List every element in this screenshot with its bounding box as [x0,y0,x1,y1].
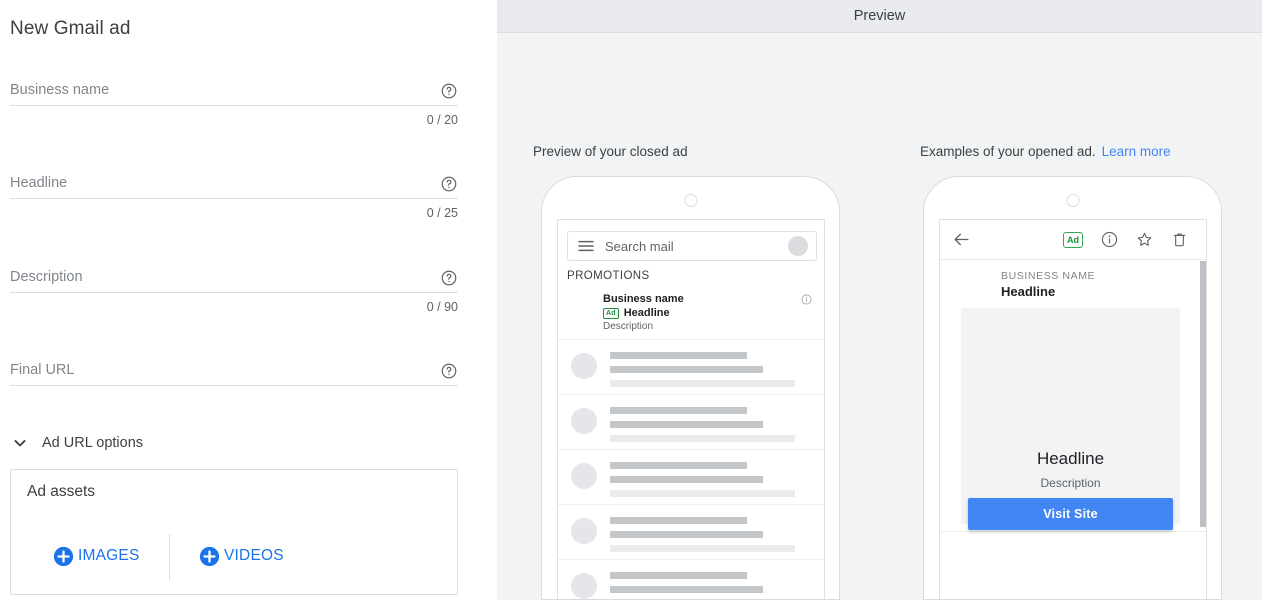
opened-ad-business-name: BUSINESS NAME [1001,270,1096,282]
help-circle-icon[interactable] [440,82,458,100]
ad-assets-buttons: IMAGES VIDEOS [11,528,457,584]
field-business-name-label: Business name [10,82,110,98]
placeholder-line [610,435,795,442]
field-headline-row[interactable]: Headline [10,169,458,199]
add-videos-button[interactable]: VIDEOS [199,546,284,567]
field-description-label: Description [10,269,83,285]
closed-ad-headline: Headline [623,307,670,319]
gmail-search-placeholder: Search mail [605,238,674,254]
avatar [571,408,597,434]
avatar [571,353,597,379]
preview-header-title: Preview [853,8,906,24]
closed-ad-row[interactable]: Business name Ad Headline Description [558,290,824,340]
trash-icon[interactable] [1171,231,1188,248]
field-headline: Headline 0 / 25 [10,169,458,220]
add-videos-label: VIDEOS [224,547,284,564]
opened-ad-phone-mockup: Ad BUSINESS NAME Headline Headline Descr… [923,176,1222,600]
placeholder-line [610,531,763,538]
field-business-name: Business name 0 / 20 [10,76,458,127]
app-root: New Gmail ad Business name 0 / 20 Headli… [0,0,1262,600]
avatar [571,463,597,489]
avatar [571,518,597,544]
closed-ad-phone-screen: Search mail PROMOTIONS Business name Ad … [557,219,825,599]
add-images-label: IMAGES [78,547,140,564]
list-item[interactable] [558,450,824,505]
placeholder-line [610,462,747,469]
preview-panel: Preview Preview of your closed ad Exampl… [497,0,1262,600]
placeholder-line [610,421,763,428]
asset-buttons-divider [169,534,170,580]
phone-camera-icon [1066,194,1079,207]
visit-site-button[interactable]: Visit Site [968,498,1173,530]
creative-description: Description [1040,476,1101,490]
ad-url-options-label: Ad URL options [42,435,144,451]
learn-more-link[interactable]: Learn more [1102,144,1171,159]
hamburger-icon[interactable] [578,240,594,252]
closed-ad-description: Description [603,321,654,332]
placeholder-line [610,572,747,579]
scrollbar[interactable] [1200,261,1206,527]
field-business-name-row[interactable]: Business name [10,76,458,106]
add-images-button[interactable]: IMAGES [53,546,140,567]
field-headline-label: Headline [10,175,68,191]
arrow-back-icon[interactable] [952,230,971,249]
ad-assets-title: Ad assets [27,483,96,500]
placeholder-line [610,476,763,483]
placeholder-line [610,545,795,552]
chevron-down-icon [10,433,30,453]
help-circle-icon[interactable] [440,269,458,287]
opened-ad-phone-screen: Ad BUSINESS NAME Headline Headline Descr… [939,219,1207,599]
field-business-name-counter: 0 / 20 [426,113,458,127]
list-item[interactable] [558,395,824,450]
ad-url-options-toggle[interactable]: Ad URL options [10,433,143,453]
placeholder-line [610,407,747,414]
field-description-row[interactable]: Description [10,263,458,293]
placeholder-line [610,517,747,524]
placeholder-line [610,586,763,593]
opened-ad-headline: Headline [1001,284,1056,299]
field-final-url-label: Final URL [10,362,75,378]
phone-camera-icon [684,194,697,207]
closed-ad-headline-line: Ad Headline [603,307,670,319]
closed-ad-business-name: Business name [603,293,684,305]
opened-ad-creative-placeholder: Headline Description Visit Site [961,308,1180,530]
help-circle-icon[interactable] [440,362,458,380]
ad-badge: Ad [1063,231,1083,248]
ad-assets-card: Ad assets IMAGES VIDEOS [10,469,458,595]
plus-circle-icon [199,546,220,567]
placeholder-line [610,380,795,387]
ad-badge: Ad [603,307,619,319]
star-outline-icon[interactable] [1136,231,1153,248]
field-description-counter: 0 / 90 [426,300,458,314]
placeholder-line [610,366,763,373]
placeholder-line [610,490,795,497]
field-headline-counter: 0 / 25 [426,206,458,220]
avatar[interactable] [788,236,808,256]
placeholder-line [610,352,747,359]
mail-placeholder-list [558,340,824,599]
field-final-url-row[interactable]: Final URL [10,356,458,386]
opened-ad-caption: Examples of your opened ad. Learn more [920,144,1171,159]
info-circle-icon[interactable] [801,294,812,305]
opened-ad-body: BUSINESS NAME Headline Headline Descript… [940,260,1206,532]
list-item[interactable] [558,340,824,395]
plus-circle-icon [53,546,74,567]
list-item[interactable] [558,505,824,560]
list-item[interactable] [558,560,824,599]
closed-ad-phone-mockup: Search mail PROMOTIONS Business name Ad … [541,176,840,600]
promotions-section-label: PROMOTIONS [567,270,650,282]
field-description: Description 0 / 90 [10,263,458,314]
gmail-search-bar[interactable]: Search mail [567,231,817,261]
page-title: New Gmail ad [10,18,131,39]
closed-ad-caption: Preview of your closed ad [533,144,688,159]
opened-ad-caption-text: Examples of your opened ad. [920,144,1096,159]
field-final-url: Final URL [10,356,458,386]
creative-headline: Headline [1036,449,1105,468]
preview-header: Preview [497,0,1262,33]
ad-form-panel: New Gmail ad Business name 0 / 20 Headli… [0,0,497,600]
help-circle-icon[interactable] [440,175,458,193]
opened-ad-toolbar: Ad [940,220,1206,260]
info-circle-icon[interactable] [1101,231,1118,248]
avatar [571,573,597,599]
